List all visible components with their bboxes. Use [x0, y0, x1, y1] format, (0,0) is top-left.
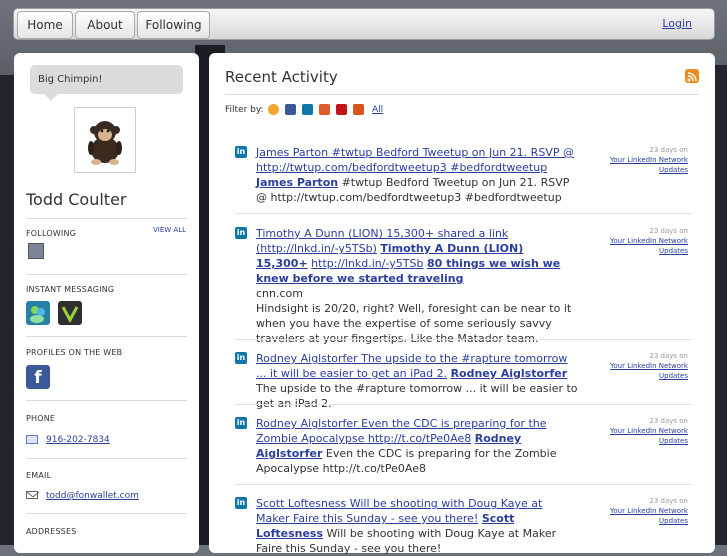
activity-text: Scott Loftesness Will be shooting with D… — [256, 496, 578, 556]
web-profiles-section-label: PROFILES ON THE WEB — [26, 348, 123, 357]
following-user-avatar[interactable] — [28, 243, 44, 259]
recent-activity-panel: Recent Activity Filter by: All in James … — [209, 53, 715, 556]
activity-time: 23 days on — [649, 497, 688, 505]
filter-yahoo-icon[interactable] — [336, 104, 347, 115]
following-section-label: FOLLOWING — [26, 229, 77, 238]
filter-stumble-icon[interactable] — [319, 104, 330, 115]
linkedin-icon: in — [235, 227, 247, 239]
activity-source-link[interactable]: Your LinkedIn Network Updates — [608, 155, 688, 175]
filter-all-link[interactable]: All — [372, 105, 383, 115]
divider — [235, 213, 691, 214]
filter-blog-icon[interactable] — [353, 104, 364, 115]
divider — [26, 336, 187, 337]
nav-about-button[interactable]: About — [75, 11, 135, 39]
phone-link[interactable]: 916-202-7834 — [46, 435, 110, 445]
activity-time: 23 days on — [649, 352, 688, 360]
linkedin-icon: in — [235, 417, 247, 429]
view-all-following-link[interactable]: VIEW ALL — [153, 226, 186, 234]
activity-time: 23 days on — [649, 146, 688, 154]
linkedin-icon: in — [235, 497, 247, 509]
divider — [26, 400, 187, 401]
activity-source-link[interactable]: Your LinkedIn Network Updates — [608, 361, 688, 381]
profile-name: Todd Coulter — [26, 190, 127, 209]
im-section-label: INSTANT MESSAGING — [26, 285, 115, 294]
activity-source-link[interactable]: Your LinkedIn Network Updates — [608, 506, 688, 526]
addresses-section-label: ADDRESSES — [26, 527, 77, 536]
activity-meta: 23 days on Your LinkedIn Network Updates — [608, 226, 688, 256]
top-navigation-bar: Home About Following Login — [13, 8, 715, 40]
filter-emoticon-icon[interactable] — [268, 104, 279, 115]
page-title: Recent Activity — [225, 68, 338, 86]
facebook-icon[interactable]: f — [26, 365, 50, 389]
activity-meta: 23 days on Your LinkedIn Network Updates — [608, 145, 688, 175]
nav-following-button[interactable]: Following — [137, 11, 210, 39]
divider — [235, 339, 691, 340]
activity-text: Timothy A Dunn (LION) 15,300+ shared a l… — [256, 226, 578, 346]
chat-v-icon[interactable] — [58, 301, 82, 325]
activity-source-link[interactable]: Your LinkedIn Network Updates — [608, 426, 688, 446]
activity-text: James Parton #twtup Bedford Tweetup on J… — [256, 145, 578, 205]
divider — [26, 218, 187, 219]
filter-linkedin-icon[interactable] — [302, 104, 313, 115]
rss-feed-icon[interactable] — [685, 69, 699, 83]
activity-meta: 23 days on Your LinkedIn Network Updates — [608, 351, 688, 381]
divider — [26, 513, 187, 514]
divider — [235, 484, 691, 485]
activity-meta: 23 days on Your LinkedIn Network Updates — [608, 416, 688, 446]
linkedin-icon: in — [235, 146, 247, 158]
activity-link-domain: cnn.com — [256, 287, 303, 300]
avatar[interactable] — [74, 107, 136, 173]
divider — [26, 274, 187, 275]
activity-body: The upside to the #rapture tomorrow ... … — [256, 382, 578, 410]
activity-shared-link[interactable]: http://lnkd.in/-y5TSb — [311, 257, 423, 270]
activity-text: Rodney Aiglstorfer The upside to the #ra… — [256, 351, 578, 411]
activity-meta: 23 days on Your LinkedIn Network Updates — [608, 496, 688, 526]
phone-icon — [26, 435, 38, 444]
filter-label: Filter by: — [225, 105, 264, 115]
nav-home-button[interactable]: Home — [17, 11, 73, 39]
messenger-icon[interactable] — [26, 301, 50, 325]
email-link[interactable]: todd@fonwallet.com — [46, 491, 139, 501]
profile-sidebar: Big Chimpin! Todd Coulter FOLLOWING VIEW… — [14, 53, 199, 553]
activity-author-link[interactable]: James Parton — [256, 176, 338, 189]
chimp-plush-icon — [88, 121, 122, 165]
activity-time: 23 days on — [649, 417, 688, 425]
activity-text: Rodney Aiglstorfer Even the CDC is prepa… — [256, 416, 578, 476]
divider — [26, 458, 187, 459]
activity-headline-link[interactable]: James Parton #twtup Bedford Tweetup on J… — [256, 146, 574, 174]
status-bubble: Big Chimpin! — [30, 65, 183, 101]
linkedin-icon: in — [235, 352, 247, 364]
activity-time: 23 days on — [649, 227, 688, 235]
divider — [225, 94, 699, 95]
phone-section-label: PHONE — [26, 414, 56, 423]
email-icon — [26, 491, 39, 499]
activity-author-link[interactable]: Rodney Aiglstorfer — [451, 367, 568, 380]
email-section-label: EMAIL — [26, 471, 52, 480]
filter-facebook-icon[interactable] — [285, 104, 296, 115]
activity-source-link[interactable]: Your LinkedIn Network Updates — [608, 236, 688, 256]
login-link[interactable]: Login — [662, 17, 692, 30]
divider — [235, 404, 691, 405]
